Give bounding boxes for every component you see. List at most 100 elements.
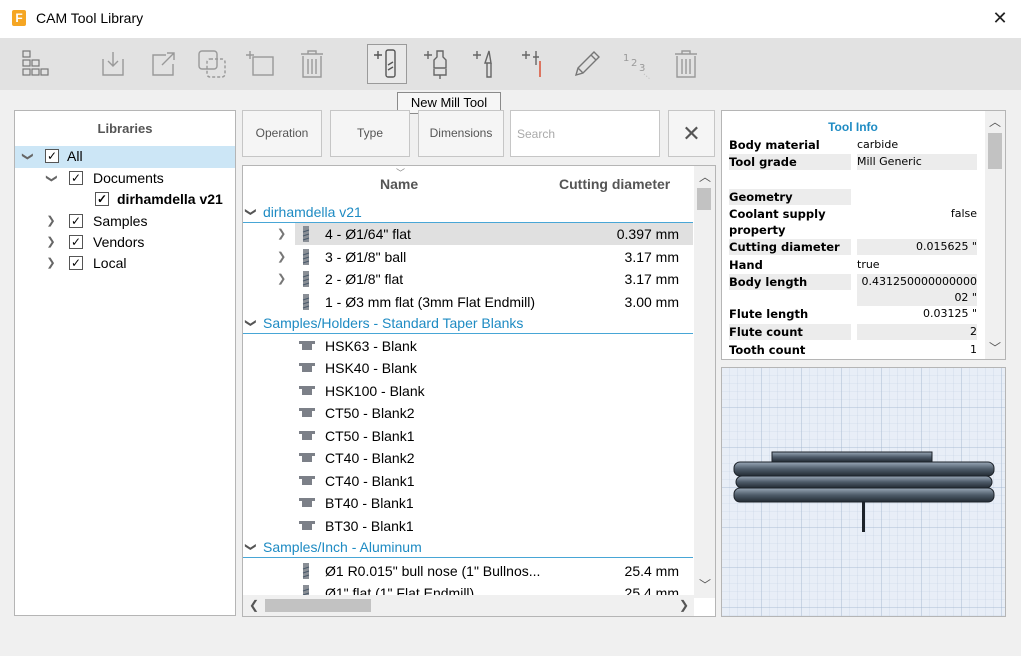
tool-diameter: 3.17 mm — [624, 249, 679, 265]
scroll-right-icon[interactable]: ❯ — [679, 598, 689, 612]
edit-tool-button[interactable] — [567, 44, 607, 84]
table-row[interactable]: CT50 - Blank1 — [243, 425, 693, 447]
new-library-button[interactable] — [242, 44, 282, 84]
info-vertical-scrollbar[interactable]: ︿ ﹀ — [985, 111, 1005, 359]
duplicate-button[interactable] — [192, 44, 232, 84]
clear-search-button[interactable]: ✕ — [668, 110, 715, 157]
import-button[interactable] — [93, 44, 133, 84]
chevron-down-icon[interactable]: ❯ — [243, 542, 262, 551]
group-header[interactable]: ❯ Samples/Holders - Standard Taper Blank… — [243, 312, 693, 334]
info-key: Cutting diameter — [729, 239, 851, 255]
new-probe-button[interactable] — [516, 44, 556, 84]
delete-tool-button[interactable] — [666, 44, 706, 84]
horizontal-scrollbar[interactable]: ❮ ❯ — [243, 595, 694, 616]
info-value: 1 — [970, 343, 977, 356]
checkbox-all[interactable]: ✓ — [45, 149, 59, 163]
holder-body — [735, 475, 993, 489]
new-mill-tool-button[interactable] — [367, 44, 407, 84]
chevron-down-icon[interactable]: ❯ — [17, 151, 38, 163]
holder-icon — [299, 453, 315, 462]
dimensions-filter-button[interactable]: Dimensions — [418, 110, 504, 157]
scroll-up-icon[interactable]: ︿ — [989, 113, 1001, 130]
info-key: Flute count — [729, 324, 851, 340]
table-row[interactable]: CT50 - Blank2 — [243, 402, 693, 424]
table-row[interactable]: BT40 - Blank1 — [243, 492, 693, 514]
renumber-icon: 1 2 3 — [623, 53, 651, 80]
chevron-right-icon[interactable]: ❯ — [277, 268, 286, 290]
chevron-down-icon[interactable]: ❯ — [243, 318, 262, 327]
holder-body — [733, 461, 995, 477]
chevron-right-icon[interactable]: ❯ — [45, 211, 57, 232]
library-label: All — [67, 148, 83, 164]
filter-bar: Operation Type Dimensions ✕ — [242, 110, 716, 158]
tool-name: 4 - Ø1/64" flat — [325, 226, 411, 242]
views-button[interactable] — [16, 44, 56, 84]
table-row[interactable]: ❯ 2 - Ø1/8" flat 3.17 mm — [243, 268, 693, 290]
new-library-icon — [246, 51, 274, 76]
info-value: 2 — [857, 324, 977, 340]
tool-diameter: 0.397 mm — [616, 226, 679, 242]
scroll-down-icon[interactable]: ﹀ — [989, 339, 1001, 356]
checkbox-samples[interactable]: ✓ — [69, 214, 83, 228]
tool-diameter: 3.00 mm — [624, 294, 679, 310]
holder-icon — [299, 386, 315, 395]
table-row[interactable]: ❯ 4 - Ø1/64" flat 0.397 mm — [243, 223, 693, 245]
table-row[interactable]: CT40 - Blank2 — [243, 447, 693, 469]
scroll-thumb[interactable] — [697, 188, 711, 210]
chevron-right-icon[interactable]: ❯ — [277, 246, 286, 268]
svg-text:2: 2 — [631, 58, 637, 69]
scroll-down-icon[interactable]: ﹀ — [699, 576, 711, 593]
scroll-up-icon[interactable]: ︿ — [699, 168, 711, 185]
duplicate-icon — [198, 50, 226, 78]
tool-diameter: 25.4 mm — [624, 563, 679, 579]
group-header[interactable]: ❯ Samples/Inch - Aluminum — [243, 536, 693, 558]
chevron-down-icon[interactable]: ❯ — [243, 207, 262, 216]
checkbox-local[interactable]: ✓ — [69, 256, 83, 270]
table-row[interactable]: ❯ 3 - Ø1/8" ball 3.17 mm — [243, 246, 693, 268]
column-cutting-diameter[interactable]: Cutting diameter — [559, 176, 670, 192]
table-row[interactable]: HSK40 - Blank — [243, 357, 693, 379]
tool-name: BT40 - Blank1 — [325, 495, 414, 511]
scroll-thumb[interactable] — [265, 599, 371, 612]
scroll-thumb[interactable] — [988, 133, 1002, 169]
renumber-button[interactable]: 1 2 3 — [617, 44, 657, 84]
turning-tool-icon — [473, 50, 492, 78]
endmill-icon — [302, 226, 310, 242]
checkbox-documents[interactable]: ✓ — [69, 171, 83, 185]
column-header: ﹀ Name Cutting diameter — [243, 166, 693, 200]
checkbox-dirhamdella[interactable]: ✓ — [95, 192, 109, 206]
table-row[interactable]: HSK100 - Blank — [243, 380, 693, 402]
new-holder-button[interactable] — [418, 44, 458, 84]
search-input[interactable] — [510, 110, 660, 157]
vertical-scrollbar[interactable]: ︿ ﹀ — [694, 166, 715, 598]
scroll-left-icon[interactable]: ❮ — [249, 598, 259, 612]
tool-name: 2 - Ø1/8" flat — [325, 271, 404, 287]
export-button[interactable] — [143, 44, 183, 84]
libraries-header: Libraries — [97, 121, 153, 136]
chevron-down-icon[interactable]: ❯ — [41, 173, 62, 185]
table-row[interactable]: 1 - Ø3 mm flat (3mm Flat Endmill) 3.00 m… — [243, 291, 693, 313]
endmill-icon — [302, 294, 310, 310]
table-row[interactable]: HSK63 - Blank — [243, 335, 693, 357]
checkbox-vendors[interactable]: ✓ — [69, 235, 83, 249]
delete-library-button[interactable] — [292, 44, 332, 84]
tool-info-panel: Tool Info Body material code carbide Too… — [721, 110, 1006, 360]
tool-info-title: Tool Info — [828, 120, 878, 134]
new-turning-tool-button[interactable] — [467, 44, 507, 84]
toolbar: 1 2 3 — [0, 38, 1021, 90]
endmill-icon — [302, 563, 310, 579]
close-window-button[interactable]: ✕ — [990, 8, 1010, 28]
chevron-right-icon[interactable]: ❯ — [45, 232, 57, 253]
operation-filter-button[interactable]: Operation — [242, 110, 322, 157]
type-filter-button[interactable]: Type — [330, 110, 410, 157]
tool-name: HSK40 - Blank — [325, 360, 417, 376]
column-name[interactable]: Name — [380, 176, 418, 192]
tool-name: HSK100 - Blank — [325, 383, 425, 399]
table-row[interactable]: CT40 - Blank1 — [243, 470, 693, 492]
table-row[interactable]: Ø1 R0.015" bull nose (1" Bullnos... 25.4… — [243, 560, 693, 582]
table-row[interactable]: BT30 - Blank1 — [243, 515, 693, 537]
holder-icon — [424, 50, 447, 79]
chevron-right-icon[interactable]: ❯ — [277, 223, 286, 245]
group-header[interactable]: ❯ dirhamdella v21 — [243, 201, 693, 223]
chevron-right-icon[interactable]: ❯ — [45, 253, 57, 274]
